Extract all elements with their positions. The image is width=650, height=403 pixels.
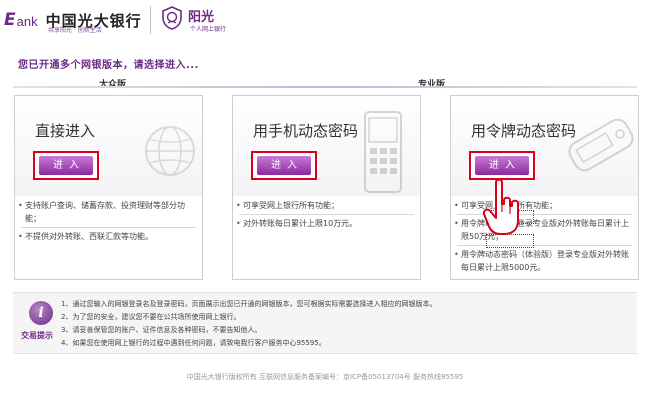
section-label-mass: 大众版 xyxy=(99,80,127,90)
card-direct-entry: 直接进入 进入 支持账户查询、储蓄存款、投资理财等部分功能； 不提供对外转账、西… xyxy=(14,95,203,280)
feature-divider xyxy=(457,245,632,246)
enter-button-highlight: 进入 xyxy=(251,151,317,180)
feature-item: 用令牌动态密码（体验版）登录专业版对外转账每日累计上限5000元。 xyxy=(451,248,638,274)
globe-icon xyxy=(145,126,195,176)
card-feature-list: 支持账户查询、储蓄存款、投资理财等部分功能； 不提供对外转账、西联汇款等功能。 xyxy=(15,199,202,243)
card-header: 直接进入 进入 xyxy=(15,96,202,196)
badge-subtitle: 个人网上银行 xyxy=(190,26,227,33)
tips-label: 交易提示 xyxy=(21,331,53,340)
tip-item: 1、通过您输入的网银登录名及登录密码，页面展示出您已开通的网银版本，您可根据实际… xyxy=(61,300,437,308)
card-title: 直接进入 xyxy=(35,122,96,140)
bank-slogan: 共享阳光 · 创新生活 xyxy=(48,27,102,34)
enter-button[interactable]: 进入 xyxy=(39,156,93,175)
info-icon: i xyxy=(29,301,53,325)
feature-item: 不提供对外转账、西联汇款等功能。 xyxy=(15,230,202,243)
feature-item: 可享受网上银行所有功能； xyxy=(233,199,420,212)
card-feature-list: 可享受网上银行所有功能； 对外转账每日累计上限10万元。 xyxy=(233,199,420,230)
card-feature-list: 可享受网上银行所有功能； 用令牌动态密码登录专业版对外转账每日累计上限50万元；… xyxy=(451,199,638,274)
enter-button[interactable]: 进入 xyxy=(257,156,311,175)
feature-divider xyxy=(239,214,414,215)
header: E ank 中国光大银行 共享阳光 · 创新生活 阳光 个人网上银行 xyxy=(0,0,650,40)
tips-list: 1、通过您输入的网银登录名及登录密码，页面展示出您已开通的网银版本，您可根据实际… xyxy=(61,298,631,350)
card-mobile-otp: 用手机动态密码 进入 可享受网上银行所有功能； 对外转账每日累计上限10万元。 xyxy=(232,95,421,280)
card-header: 用令牌动态密码 进入 xyxy=(451,96,638,196)
enter-button-highlight: 进入 xyxy=(469,151,535,180)
feature-divider xyxy=(21,227,196,228)
badge-title: 阳光 xyxy=(188,10,215,25)
enter-button-highlight: 进入 xyxy=(33,151,99,180)
card-title: 用手机动态密码 xyxy=(253,122,359,140)
tip-item: 2、为了您的安全，建议您不要在公共场所使用网上银行。 xyxy=(61,313,241,321)
select-version-prompt: 您已开通多个网银版本，请选择进入... xyxy=(18,60,199,71)
tip-item: 3、请妥善保管您的账户、证件信息及各种密码，不要告知他人。 xyxy=(61,326,262,334)
section-divider xyxy=(13,86,637,88)
section-label-pro: 专业版 xyxy=(418,80,446,90)
phone-icon xyxy=(364,111,402,193)
footer-copyright: 中国光大银行版权所有 互联网信息服务备案编号：京ICP备05013704号 服务… xyxy=(186,373,464,381)
feature-item: 支持账户查询、储蓄存款、投资理财等部分功能； xyxy=(15,199,202,225)
card-token-otp: 用令牌动态密码 进入 可享受网上银行所有功能； 用令牌动态密码登录专业版对外转账… xyxy=(450,95,639,280)
card-title: 用令牌动态密码 xyxy=(471,122,577,140)
enter-button[interactable]: 进入 xyxy=(475,156,529,175)
transaction-tips: i 交易提示 1、通过您输入的网银登录名及登录密码，页面展示出您已开通的网银版本… xyxy=(13,292,637,354)
logo-bank: ank xyxy=(16,13,38,29)
feature-item: 用令牌动态密码登录专业版对外转账每日累计上限50万元； xyxy=(451,217,638,243)
tip-item: 4、如果您在使用网上银行的过程中遇到任何问题，请致电我行客户服务中心95595。 xyxy=(61,339,326,347)
logo-e: E xyxy=(4,10,16,30)
feature-item: 对外转账每日累计上限10万元。 xyxy=(233,217,420,230)
feature-item: 可享受网上银行所有功能； xyxy=(451,199,638,212)
hand-pointer-icon xyxy=(482,178,519,235)
card-header: 用手机动态密码 进入 xyxy=(233,96,420,196)
shield-badge-icon xyxy=(162,6,182,30)
header-divider xyxy=(150,6,151,34)
